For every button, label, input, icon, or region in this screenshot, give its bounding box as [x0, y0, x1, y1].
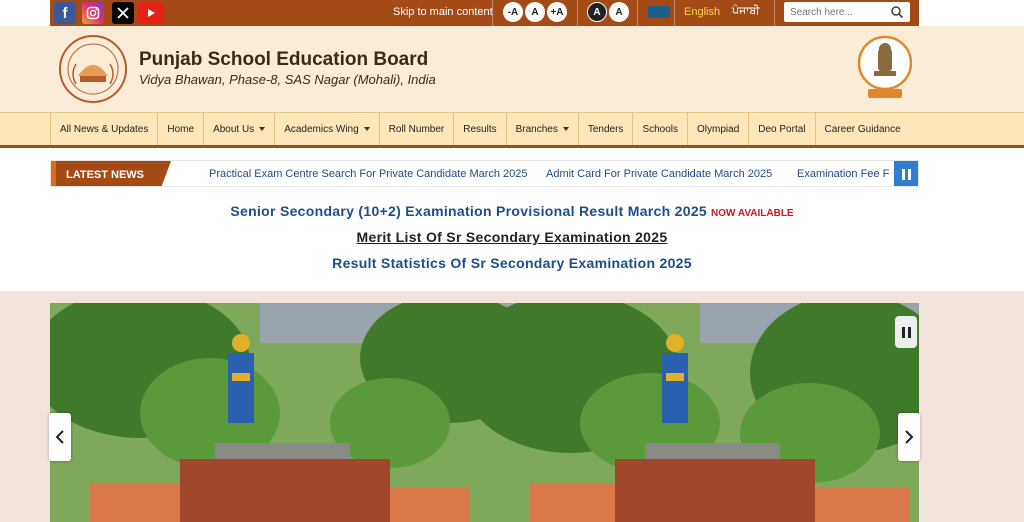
normal-contrast-button[interactable]: A — [609, 2, 629, 22]
now-available-badge: NOW AVAILABLE — [711, 208, 794, 219]
nav-item-olympiad[interactable]: Olympiad — [687, 113, 748, 145]
ticker-pause-button[interactable] — [894, 161, 918, 186]
search-box — [784, 2, 910, 22]
nav-item-label: Home — [167, 123, 195, 135]
ticker-item[interactable]: Examination Fee F — [797, 168, 889, 180]
latest-news-label: LATEST NEWS — [51, 161, 171, 186]
divider — [492, 0, 493, 26]
headline-result[interactable]: Senior Secondary (10+2) Examination Prov… — [0, 203, 1024, 219]
nav-item-about-us[interactable]: About Us — [203, 113, 274, 145]
nav-item-career-guidance[interactable]: Career Guidance — [814, 113, 910, 145]
screen-reader-icon[interactable] — [648, 6, 670, 18]
search-icon[interactable] — [890, 5, 904, 19]
divider — [637, 0, 638, 26]
carousel-prev-button[interactable] — [49, 413, 71, 461]
image-carousel — [50, 303, 919, 522]
youtube-icon[interactable] — [138, 2, 164, 24]
nav-item-label: Roll Number — [388, 123, 445, 135]
nav-item-schools[interactable]: Schools — [632, 113, 687, 145]
nav-item-results[interactable]: Results — [453, 113, 505, 145]
nav-item-roll-number[interactable]: Roll Number — [378, 113, 454, 145]
increase-font-button[interactable]: +A — [547, 2, 567, 22]
site-header: Punjab School Education Board Vidya Bhaw… — [0, 26, 1024, 112]
state-emblem — [858, 35, 912, 98]
main-navigation: All News & Updates Home About Us Academics … — [0, 112, 1024, 145]
carousel-pause-button[interactable] — [895, 316, 917, 348]
top-utility-bar-inner: f Skip to main content -A A +A A A Engli… — [50, 0, 919, 26]
nav-item-all-news-updates[interactable]: All News & Updates — [50, 113, 157, 145]
pseb-logo[interactable] — [58, 34, 128, 104]
site-title: Punjab School Education Board — [139, 49, 429, 70]
reset-font-button[interactable]: A — [525, 2, 545, 22]
nav-item-branches[interactable]: Branches — [505, 113, 578, 145]
ticker-track: Practical Exam Centre Search For Private… — [191, 161, 897, 186]
nav-item-tenders[interactable]: Tenders — [577, 113, 633, 145]
carousel-next-button[interactable] — [898, 413, 920, 461]
nav-item-label: All News & Updates — [60, 123, 149, 135]
nav-item-label: Tenders — [587, 123, 624, 135]
nav-item-label: Deo Portal — [758, 123, 806, 135]
nav-item-label: About Us — [213, 123, 255, 135]
nav-menu: All News & Updates Home About Us Academics … — [50, 113, 910, 145]
caret-down-icon — [363, 127, 370, 131]
nav-item-home[interactable]: Home — [157, 113, 203, 145]
chevron-left-icon — [55, 430, 64, 444]
language-english-link[interactable]: English — [684, 6, 720, 18]
carousel-slide-image — [50, 303, 919, 522]
instagram-icon[interactable] — [82, 2, 104, 24]
top-utility-bar: f Skip to main content -A A +A A A Engli… — [0, 0, 1024, 26]
facebook-icon[interactable]: f — [54, 2, 76, 24]
dark-contrast-button[interactable]: A — [587, 2, 607, 22]
news-section: LATEST NEWS Practical Exam Centre Search… — [0, 148, 1024, 291]
nav-item-deo-portal[interactable]: Deo Portal — [748, 113, 814, 145]
caret-down-icon — [259, 127, 266, 131]
nav-item-label: Results — [463, 123, 497, 135]
ticker-item[interactable]: Admit Card For Private Candidate March 2… — [546, 168, 772, 180]
nav-item-label: Academics Wing — [284, 123, 359, 135]
nav-item-label: Olympiad — [697, 123, 740, 135]
decrease-font-button[interactable]: -A — [503, 2, 523, 22]
nav-item-label: Branches — [515, 123, 558, 135]
x-icon[interactable] — [112, 2, 134, 24]
headline-result-statistics[interactable]: Result Statistics Of Sr Secondary Examin… — [0, 255, 1024, 271]
headline-result-text[interactable]: Senior Secondary (10+2) Examination Prov… — [230, 203, 707, 219]
caret-down-icon — [562, 127, 569, 131]
nav-item-label: Career Guidance — [824, 123, 901, 135]
ticker-item[interactable]: Practical Exam Centre Search For Private… — [209, 168, 528, 180]
divider — [577, 0, 578, 26]
headline-merit-list[interactable]: Merit List Of Sr Secondary Examination 2… — [0, 229, 1024, 245]
language-punjabi-link[interactable]: ਪੰਜਾਬੀ — [732, 5, 760, 18]
nav-item-academics-wing[interactable]: Academics Wing — [274, 113, 378, 145]
divider — [774, 0, 775, 26]
skip-to-main-link[interactable]: Skip to main content — [393, 6, 493, 18]
nav-item-label: Schools — [642, 123, 679, 135]
site-subtitle: Vidya Bhawan, Phase-8, SAS Nagar (Mohali… — [139, 72, 436, 87]
search-input[interactable] — [790, 5, 886, 19]
chevron-right-icon — [905, 430, 914, 444]
divider — [674, 0, 675, 26]
latest-news-ticker: LATEST NEWS Practical Exam Centre Search… — [50, 160, 919, 187]
